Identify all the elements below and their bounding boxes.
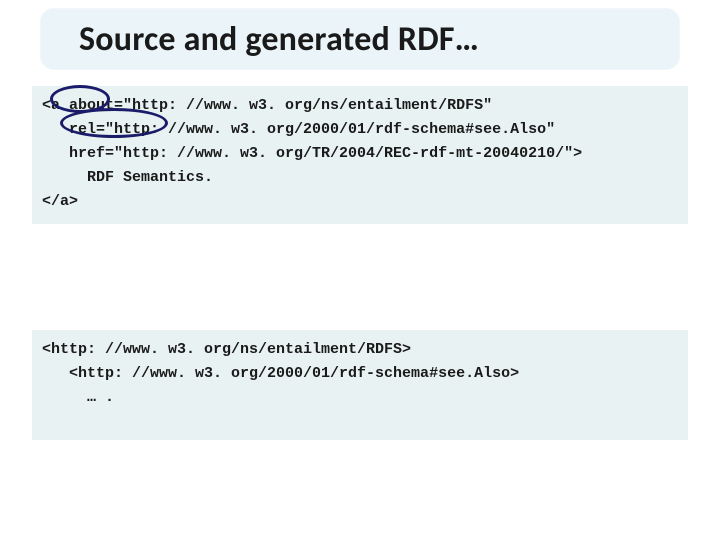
source-code-block: <a about="http: //www. w3. org/ns/entail… xyxy=(32,86,688,224)
slide-title: Source and generated RDF… xyxy=(79,19,479,60)
title-box: Source and generated RDF… xyxy=(40,8,680,70)
slide: Source and generated RDF… <a about="http… xyxy=(0,0,720,540)
generated-code-block: <http: //www. w3. org/ns/entailment/RDFS… xyxy=(32,330,688,440)
